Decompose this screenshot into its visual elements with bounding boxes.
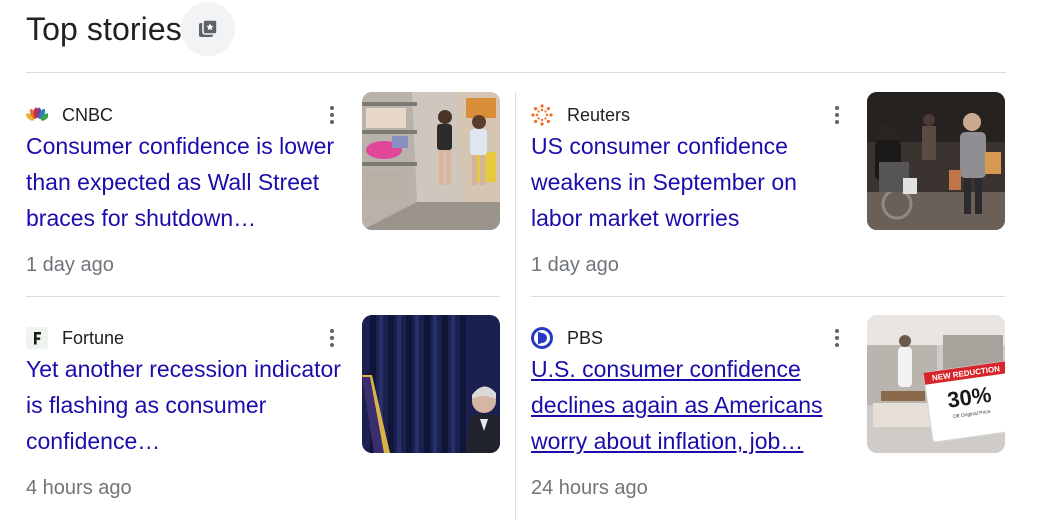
story-thumbnail[interactable]: NEW REDUCTION 30% Off Original Price bbox=[867, 315, 1005, 453]
story-card[interactable]: Reuters US consumer confidence weakens i… bbox=[531, 92, 1011, 302]
store-aisle-image bbox=[362, 92, 500, 230]
story-time: 24 hours ago bbox=[531, 477, 648, 499]
story-thumbnail[interactable] bbox=[362, 315, 500, 453]
fortune-logo-icon bbox=[26, 327, 48, 349]
story-headline[interactable]: U.S. consumer confidence declines again … bbox=[531, 351, 849, 459]
story-headline[interactable]: Yet another recession indicator is flash… bbox=[26, 351, 344, 459]
story-time: 1 day ago bbox=[26, 254, 114, 276]
page-title: Top stories bbox=[26, 10, 182, 47]
story-card[interactable]: CNBC Consumer confidence is lower than e… bbox=[26, 92, 506, 302]
more-options-icon[interactable] bbox=[827, 323, 847, 353]
story-source[interactable]: Reuters bbox=[531, 104, 630, 126]
story-source[interactable]: CNBC bbox=[26, 104, 113, 126]
story-time: 1 day ago bbox=[531, 254, 619, 276]
more-options-icon[interactable] bbox=[322, 100, 342, 130]
source-name: Reuters bbox=[567, 104, 631, 125]
story-thumbnail[interactable] bbox=[867, 92, 1005, 230]
column-divider bbox=[515, 92, 516, 520]
street-shoppers-image bbox=[867, 92, 1005, 230]
source-name: PBS bbox=[567, 327, 604, 348]
source-name: Fortune bbox=[62, 327, 125, 348]
save-stories-button[interactable] bbox=[181, 2, 235, 56]
pbs-logo-icon bbox=[531, 327, 553, 349]
story-headline[interactable]: Consumer confidence is lower than expect… bbox=[26, 128, 344, 236]
speaker-curtain-image bbox=[362, 315, 500, 453]
reuters-logo-icon bbox=[531, 104, 553, 126]
story-headline[interactable]: US consumer confidence weakens in Septem… bbox=[531, 128, 849, 236]
save-stories-icon bbox=[199, 19, 218, 37]
top-stories-header: Top stories bbox=[26, 0, 182, 58]
story-source[interactable]: Fortune bbox=[26, 327, 124, 349]
cnbc-peacock-icon bbox=[26, 104, 48, 126]
more-options-icon[interactable] bbox=[827, 100, 847, 130]
story-time: 4 hours ago bbox=[26, 477, 132, 499]
story-card[interactable]: PBS U.S. consumer confidence declines ag… bbox=[531, 315, 1011, 525]
store-sale-sign-image: NEW REDUCTION 30% Off Original Price bbox=[867, 315, 1005, 453]
source-name: CNBC bbox=[62, 104, 114, 125]
story-card[interactable]: Fortune Yet another recession indicator … bbox=[26, 315, 506, 525]
story-thumbnail[interactable] bbox=[362, 92, 500, 230]
story-source[interactable]: PBS bbox=[531, 327, 603, 349]
header-divider bbox=[26, 72, 1006, 73]
more-options-icon[interactable] bbox=[322, 323, 342, 353]
